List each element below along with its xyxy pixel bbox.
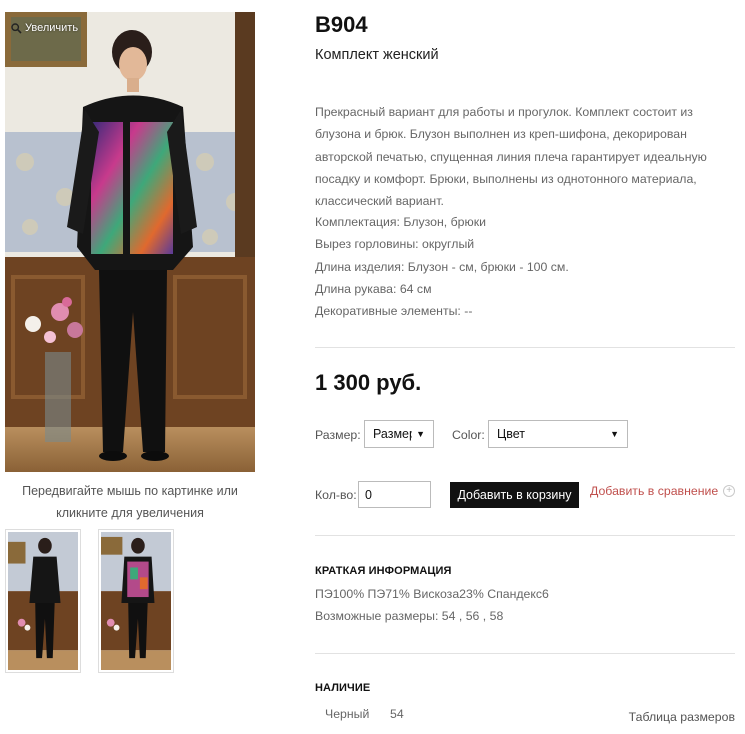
available-sizes-text: Возможные размеры: 54 , 56 , 58 bbox=[315, 609, 504, 623]
divider bbox=[315, 535, 735, 536]
stock-color: Черный bbox=[325, 707, 370, 721]
availability-heading: НАЛИЧИЕ bbox=[315, 682, 371, 694]
dropdown-arrow-icon: ▼ bbox=[610, 429, 619, 439]
magnifier-icon bbox=[11, 22, 22, 34]
model-photo bbox=[5, 12, 255, 472]
spec-length: Длина изделия: Блузон - см, брюки - 100 … bbox=[315, 259, 569, 274]
spec-neckline: Вырез горловины: округлый bbox=[315, 237, 475, 252]
stock-size: 54 bbox=[390, 707, 404, 721]
thumbnail-front-view[interactable] bbox=[98, 529, 174, 673]
size-label: Размер: bbox=[315, 428, 361, 442]
brief-info-heading: КРАТКАЯ ИНФОРМАЦИЯ bbox=[315, 565, 452, 577]
product-description: Прекрасный вариант для работы и прогулок… bbox=[315, 105, 707, 209]
thumbnail-back-view[interactable] bbox=[5, 529, 81, 673]
zoom-label[interactable]: Увеличить bbox=[11, 22, 78, 34]
divider bbox=[315, 653, 735, 654]
product-main-image[interactable]: Увеличить bbox=[5, 12, 255, 472]
divider bbox=[315, 347, 735, 348]
quantity-input[interactable] bbox=[358, 481, 431, 508]
composition-text: ПЭ100% ПЭ71% Вискоза23% Спандекс6 bbox=[315, 587, 549, 601]
size-select[interactable]: Размер ▼ bbox=[364, 420, 434, 448]
gallery-hint: Передвигайте мышь по картинке или кликни… bbox=[22, 484, 238, 520]
dropdown-arrow-icon: ▼ bbox=[416, 429, 425, 439]
product-name: Комплект женский bbox=[315, 47, 439, 63]
thumbnail-image bbox=[8, 532, 78, 670]
add-to-compare-link[interactable]: Добавить в сравнение + bbox=[590, 484, 736, 498]
plus-circle-icon: + bbox=[723, 485, 736, 497]
color-label: Color: bbox=[452, 428, 485, 442]
product-specs: Комплектация: Блузон, брюки Вырез горлов… bbox=[315, 211, 735, 322]
product-sku: B904 bbox=[315, 12, 368, 37]
thumbnail-image bbox=[101, 532, 171, 670]
spec-sleeve: Длина рукава: 64 см bbox=[315, 281, 432, 296]
product-price: 1 300 руб. bbox=[315, 370, 422, 395]
quantity-label: Кол-во: bbox=[315, 488, 357, 502]
spec-set: Комплектация: Блузон, брюки bbox=[315, 215, 486, 229]
add-to-cart-button[interactable]: Добавить в корзину bbox=[450, 482, 579, 508]
size-table-link[interactable]: Таблица размеров bbox=[629, 710, 735, 724]
color-select[interactable]: Цвет ▼ bbox=[488, 420, 628, 448]
spec-decor: Декоративные элементы: -- bbox=[315, 304, 473, 319]
